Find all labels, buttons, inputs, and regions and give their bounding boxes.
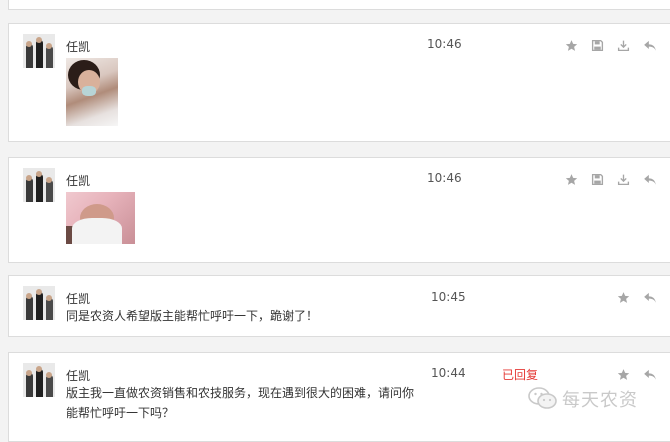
message-image[interactable] bbox=[66, 58, 118, 126]
star-icon[interactable] bbox=[565, 39, 579, 53]
message-time: 10:44 bbox=[431, 366, 466, 380]
message-image[interactable] bbox=[66, 192, 135, 244]
reply-icon[interactable] bbox=[643, 173, 657, 187]
message-actions bbox=[617, 291, 667, 305]
download-icon[interactable] bbox=[617, 173, 631, 187]
save-icon[interactable] bbox=[591, 39, 605, 53]
star-icon[interactable] bbox=[617, 291, 631, 305]
message-text: 版主我一直做农资销售和农技服务，现在遇到很大的困难，请问你 能帮忙呼吁一下吗？ bbox=[66, 383, 426, 423]
message-card: 任凯 10:45 同是农资人希望版主能帮忙呼吁一下，跪谢了！ bbox=[8, 275, 670, 337]
message-actions bbox=[565, 39, 665, 53]
sender-name[interactable]: 任凯 bbox=[66, 172, 90, 189]
avatar[interactable] bbox=[23, 286, 55, 320]
message-time: 10:46 bbox=[427, 37, 462, 51]
message-card: 任凯 10:46 bbox=[8, 157, 670, 263]
sender-name[interactable]: 任凯 bbox=[66, 290, 90, 307]
sender-name[interactable]: 任凯 bbox=[66, 367, 90, 384]
star-icon[interactable] bbox=[617, 368, 631, 382]
message-text: 同是农资人希望版主能帮忙呼吁一下，跪谢了！ bbox=[66, 309, 319, 323]
avatar[interactable] bbox=[23, 34, 55, 68]
message-card-partial bbox=[8, 0, 670, 10]
watermark-text: 每天农资 bbox=[562, 390, 638, 411]
message-actions bbox=[617, 368, 667, 382]
avatar[interactable] bbox=[23, 168, 55, 202]
reply-icon[interactable] bbox=[643, 368, 657, 382]
save-icon[interactable] bbox=[591, 173, 605, 187]
message-text-line: 版主我一直做农资销售和农技服务，现在遇到很大的困难，请问你 bbox=[66, 386, 415, 400]
message-time: 10:45 bbox=[431, 290, 466, 304]
message-text-line: 能帮忙呼吁一下吗？ bbox=[66, 406, 175, 420]
reply-icon[interactable] bbox=[643, 39, 657, 53]
wechat-logo-icon bbox=[528, 386, 558, 414]
star-icon[interactable] bbox=[565, 173, 579, 187]
reply-icon[interactable] bbox=[643, 291, 657, 305]
replied-status: 已回复 bbox=[502, 368, 539, 382]
download-icon[interactable] bbox=[617, 39, 631, 53]
message-card: 任凯 10:46 bbox=[8, 23, 670, 142]
message-time: 10:46 bbox=[427, 171, 462, 185]
message-actions bbox=[565, 173, 665, 187]
avatar[interactable] bbox=[23, 363, 55, 397]
sender-name[interactable]: 任凯 bbox=[66, 38, 90, 55]
